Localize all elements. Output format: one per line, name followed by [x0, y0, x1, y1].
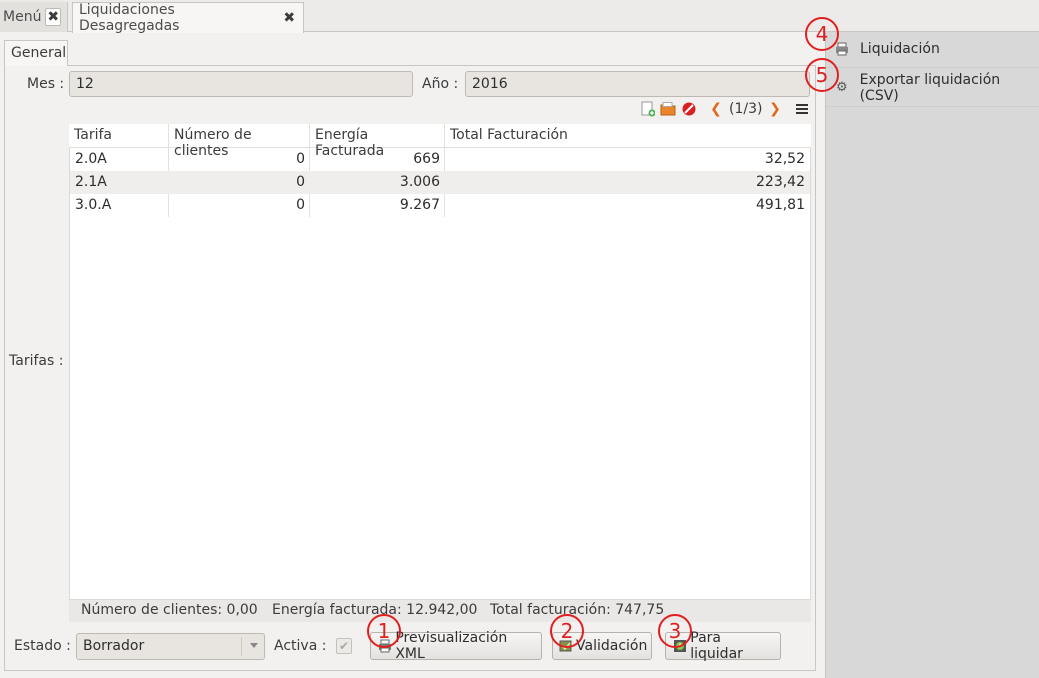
- cell-clientes: 0: [296, 151, 305, 167]
- column-header-clientes[interactable]: Número de clientes: [169, 124, 310, 159]
- cell-total: 491,81: [756, 197, 805, 213]
- cell-clientes: 0: [296, 197, 305, 213]
- para-liquidar-label: Para liquidar: [690, 630, 743, 662]
- chevron-left-icon[interactable]: ❮: [707, 100, 725, 118]
- close-icon[interactable]: ✖: [281, 10, 297, 26]
- tab-menu[interactable]: Menú ✖: [0, 2, 68, 32]
- cell-tarifa: 2.1A: [75, 174, 107, 190]
- validacion-label: Validación: [576, 638, 648, 654]
- cell-total: 223,42: [756, 174, 805, 190]
- annotation-marker-3: 3: [658, 614, 692, 648]
- actions-panel: [825, 32, 1039, 678]
- cell-energia: 3.006: [399, 174, 440, 190]
- annotation-marker-2: 2: [550, 614, 584, 648]
- pager-indicator: (1/3): [729, 101, 763, 117]
- mes-label: Mes :: [27, 76, 65, 92]
- table-row[interactable]: 3.0.A 0 9.267 491,81: [70, 194, 810, 217]
- tab-liquidaciones-label: Liquidaciones Desagregadas: [79, 2, 180, 34]
- cell-energia: 9.267: [399, 197, 440, 213]
- chevron-down-icon: [250, 643, 258, 648]
- column-header-total[interactable]: Total Facturación: [445, 124, 811, 148]
- column-header-tarifa[interactable]: Tarifa: [69, 124, 169, 148]
- table-row[interactable]: 2.0A 0 669 32,52: [70, 148, 810, 171]
- tab-general[interactable]: General: [4, 40, 68, 66]
- tab-liquidaciones[interactable]: Liquidaciones Desagregadas ✖: [72, 2, 304, 34]
- activa-label: Activa :: [274, 638, 327, 654]
- cell-total: 32,52: [764, 151, 805, 167]
- open-folder-icon[interactable]: [659, 100, 677, 118]
- cell-tarifa: 2.0A: [75, 151, 107, 167]
- menu-icon[interactable]: [793, 100, 811, 118]
- delete-icon[interactable]: [680, 100, 698, 118]
- activa-checkbox[interactable]: ✔: [336, 638, 352, 654]
- tab-general-label: General: [11, 45, 67, 61]
- anio-label: Año :: [422, 76, 459, 92]
- close-icon[interactable]: ✖: [45, 8, 61, 26]
- cell-energia: 669: [413, 151, 440, 167]
- annotation-marker-4: 4: [805, 17, 839, 51]
- summary-total: Total facturación: 747,75: [490, 602, 665, 618]
- mes-field[interactable]: 12: [69, 71, 413, 97]
- estado-value: Borrador: [83, 638, 145, 654]
- previsualizacion-label: Previsualización XML: [395, 630, 508, 662]
- new-record-icon[interactable]: [639, 100, 657, 118]
- anio-field[interactable]: 2016: [465, 71, 810, 97]
- tarifas-label: Tarifas :: [9, 353, 64, 369]
- annotation-marker-5: 5: [805, 58, 839, 92]
- cell-clientes: 0: [296, 174, 305, 190]
- column-header-energia[interactable]: Energía Facturada: [310, 124, 445, 159]
- action-exportar-label: Exportar liquidación (CSV): [859, 71, 1001, 104]
- annotation-marker-1: 1: [367, 614, 401, 648]
- estado-select[interactable]: Borrador: [76, 633, 265, 660]
- action-liquidacion[interactable]: Liquidación: [826, 30, 1039, 68]
- estado-label: Estado :: [14, 638, 71, 654]
- chevron-right-icon[interactable]: ❯: [766, 100, 784, 118]
- tab-menu-label: Menú: [3, 9, 42, 25]
- action-liquidacion-label: Liquidación: [860, 40, 940, 57]
- cell-tarifa: 3.0.A: [75, 197, 112, 213]
- summary-clientes: Número de clientes: 0,00: [81, 602, 258, 618]
- table-row[interactable]: 2.1A 0 3.006 223,42: [70, 171, 810, 194]
- action-exportar-csv[interactable]: ⚙ Exportar liquidación (CSV): [826, 69, 1039, 107]
